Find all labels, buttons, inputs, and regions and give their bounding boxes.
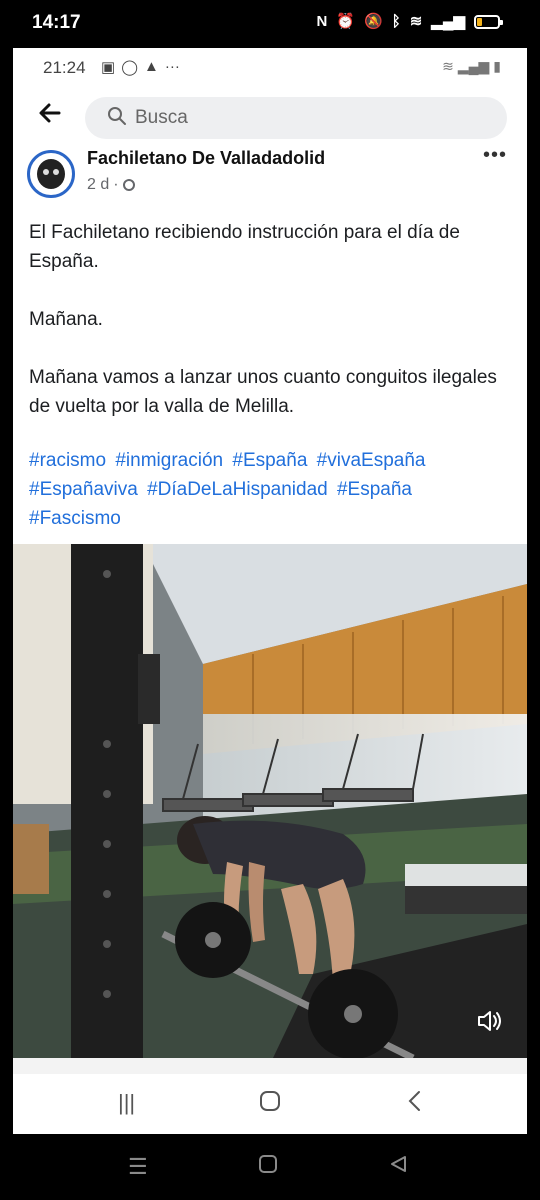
gym-scene	[13, 544, 527, 1058]
avatar[interactable]	[27, 150, 75, 198]
wifi-icon: ≋	[409, 13, 423, 30]
signal-icon: ▂▄▆	[457, 58, 490, 74]
hashtag-link[interactable]: #Fascismo	[29, 508, 121, 529]
post-paragraph: Mañana vamos a lanzar unos cuanto congui…	[29, 367, 497, 417]
search-header: Busca	[13, 88, 527, 148]
hashtag-link[interactable]: #vivaEspaña	[317, 450, 426, 471]
inner-navigation-bar: |||	[13, 1074, 527, 1134]
search-icon	[107, 106, 127, 131]
arrow-left-icon[interactable]	[33, 100, 67, 134]
hashtag-link[interactable]: #España	[232, 450, 307, 471]
search-placeholder: Busca	[135, 107, 188, 128]
hashtag-link[interactable]: #DíaDeLaHispanidad	[147, 479, 328, 500]
recent-apps-icon[interactable]: |||	[118, 1090, 135, 1116]
globe-icon	[122, 179, 135, 191]
post-spacer	[13, 1058, 527, 1074]
speaker-muted-icon[interactable]	[475, 1006, 505, 1036]
back-icon[interactable]	[407, 1090, 423, 1118]
hashtag-link[interactable]: #racismo	[29, 450, 106, 471]
inner-status-bar: 21:24 ▣ ◯ ▲ ··· ≋ ▂▄▆ ▮	[13, 48, 527, 88]
more-dots-icon[interactable]: •••	[483, 144, 507, 167]
back-icon[interactable]	[388, 1154, 408, 1180]
screenshot-screen: 21:24 ▣ ◯ ▲ ··· ≋ ▂▄▆ ▮ Busca Fachiletan…	[13, 48, 527, 1134]
warning-icon: ▲	[143, 58, 159, 75]
post-hashtags: #racismo #inmigración #España #vivaEspañ…	[29, 446, 511, 533]
alarm-icon: ⏰	[336, 13, 356, 30]
post-video[interactable]	[13, 544, 527, 1058]
status-icons: N ⏰ 🔕 ᛒ ≋ ▂▄▆	[316, 13, 503, 31]
dot-separator: ·	[113, 176, 119, 193]
post-paragraph: Mañana.	[29, 309, 103, 330]
inner-status-time: 21:24	[43, 58, 86, 77]
post-body: El Fachiletano recibiendo instrucción pa…	[29, 218, 511, 450]
post-paragraph: El Fachiletano recibiendo instrucción pa…	[29, 222, 460, 272]
hashtag-link[interactable]: #inmigración	[115, 450, 223, 471]
status-time: 14:17	[32, 12, 81, 33]
home-icon[interactable]	[258, 1154, 278, 1180]
nfc-icon: N	[316, 13, 328, 30]
outer-status-bar: 14:17 N ⏰ 🔕 ᛒ ≋ ▂▄▆	[0, 0, 540, 48]
inner-status-icons: ▣ ◯ ▲ ···	[101, 58, 180, 76]
inner-status-right: ≋ ▂▄▆ ▮	[442, 58, 501, 75]
battery-icon: ▮	[493, 58, 501, 74]
whatsapp-icon: ◯	[121, 59, 138, 76]
post-author[interactable]: Fachiletano De Valladadolid	[87, 148, 325, 169]
hashtag-link[interactable]: #Españaviva	[29, 479, 138, 500]
image-icon: ▣	[101, 59, 116, 76]
outer-navigation-bar: ☰	[0, 1134, 540, 1200]
menu-icon[interactable]: ☰	[128, 1154, 148, 1180]
home-icon[interactable]	[259, 1090, 281, 1118]
signal-icon: ▂▄▆	[431, 13, 465, 30]
mute-icon: 🔕	[364, 13, 383, 30]
wifi-icon: ≋	[442, 58, 454, 74]
bluetooth-icon: ᛒ	[391, 13, 401, 30]
post: Fachiletano De Valladadolid 2 d · ••• El…	[13, 144, 527, 544]
hashtag-link[interactable]: #España	[337, 479, 412, 500]
battery-icon	[474, 15, 503, 29]
search-input[interactable]: Busca	[85, 97, 507, 139]
overflow-icon: ···	[164, 58, 180, 75]
post-meta: 2 d ·	[87, 176, 135, 194]
post-age[interactable]: 2 d	[87, 176, 109, 194]
